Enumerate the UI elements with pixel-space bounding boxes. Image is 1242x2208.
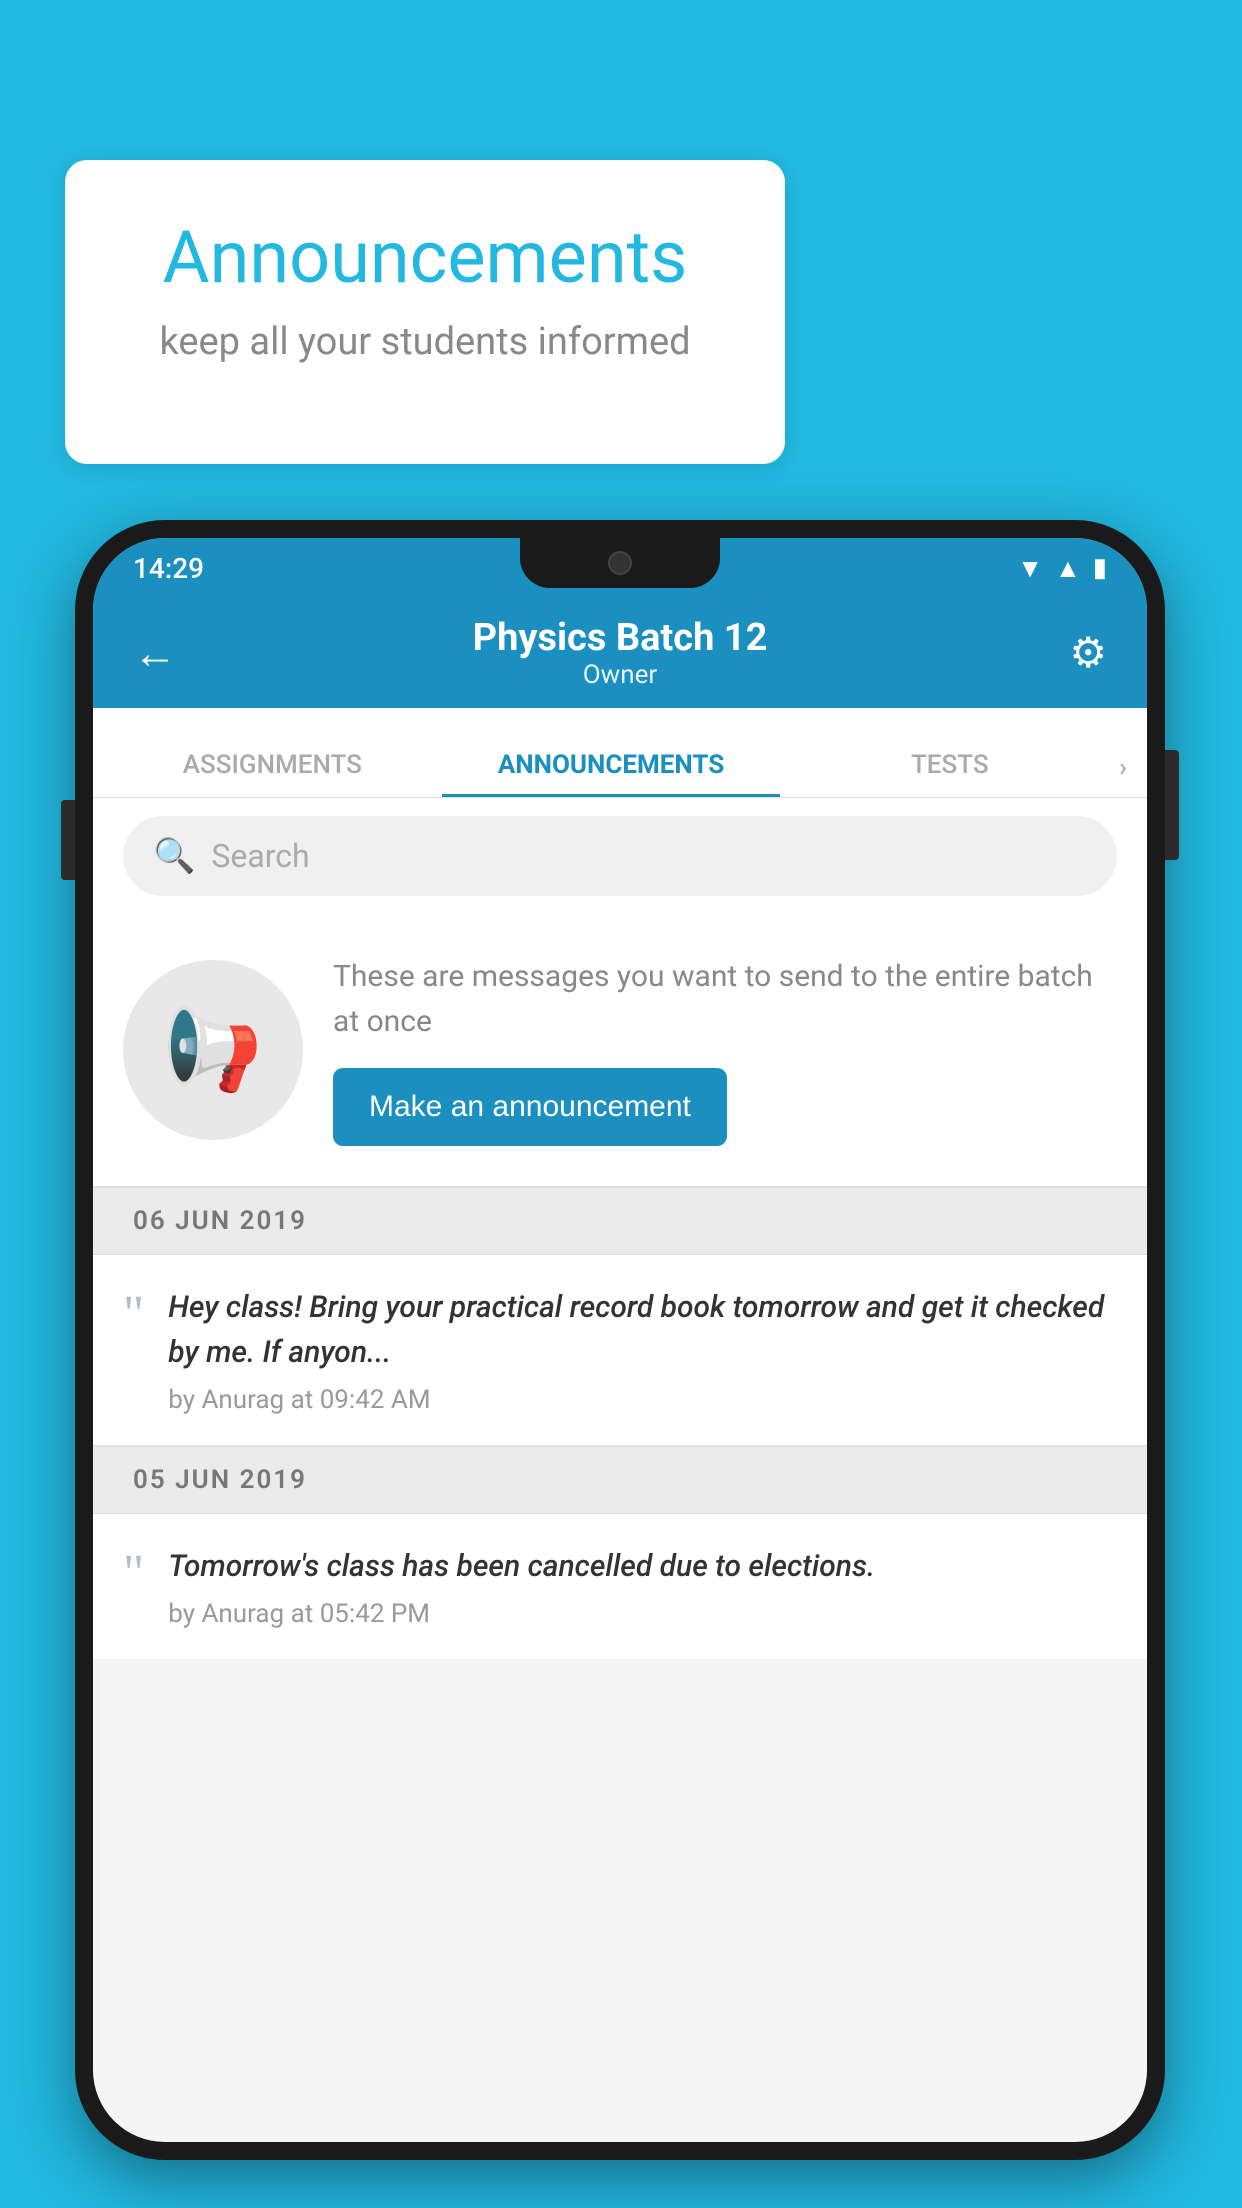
announcement-promo: 📢 These are messages you want to send to… [93,914,1147,1187]
app-bar: ← Physics Batch 12 Owner ⚙ [93,598,1147,708]
wifi-icon: ▼ [1017,553,1043,584]
battery-icon: ▮ [1093,553,1107,583]
speech-bubble-section: Announcements keep all your students inf… [65,160,785,464]
app-bar-title-group: Physics Batch 12 Owner [193,616,1047,690]
announcement-content-1: Hey class! Bring your practical record b… [168,1285,1117,1415]
search-icon: 🔍 [153,836,195,876]
status-time: 14:29 [133,552,204,585]
signal-icon: ▲ [1055,553,1081,584]
notch [520,538,720,588]
speech-bubble: Announcements keep all your students inf… [65,160,785,464]
announcement-text-2: Tomorrow's class has been cancelled due … [168,1544,1117,1589]
announcement-item-1[interactable]: " Hey class! Bring your practical record… [93,1255,1147,1446]
tab-assignments[interactable]: ASSIGNMENTS [103,750,442,797]
announcement-item-2[interactable]: " Tomorrow's class has been cancelled du… [93,1514,1147,1659]
promo-description: These are messages you want to send to t… [333,954,1117,1044]
announcement-text-1: Hey class! Bring your practical record b… [168,1285,1117,1375]
phone-wrapper: 14:29 ▼ ▲ ▮ ← Physics Batch 12 Owner ⚙ A… [75,520,1165,2160]
tab-more[interactable]: › [1119,753,1137,797]
search-placeholder: Search [211,837,309,875]
promo-icon-circle: 📢 [123,960,303,1140]
bubble-subtitle: keep all your students informed [125,320,725,364]
date-separator-1: 06 JUN 2019 [93,1187,1147,1255]
tab-bar: ASSIGNMENTS ANNOUNCEMENTS TESTS › [93,708,1147,798]
phone-screen: 14:29 ▼ ▲ ▮ ← Physics Batch 12 Owner ⚙ A… [93,538,1147,2142]
phone-frame: 14:29 ▼ ▲ ▮ ← Physics Batch 12 Owner ⚙ A… [75,520,1165,2160]
date-separator-2: 05 JUN 2019 [93,1446,1147,1514]
announcement-content-2: Tomorrow's class has been cancelled due … [168,1544,1117,1629]
app-bar-subtitle: Owner [193,660,1047,690]
announcement-meta-1: by Anurag at 09:42 AM [168,1385,1117,1415]
promo-right: These are messages you want to send to t… [333,954,1117,1146]
quote-icon-2: " [123,1548,144,1600]
tab-announcements[interactable]: ANNOUNCEMENTS [442,750,781,797]
megaphone-icon: 📢 [163,1003,263,1097]
settings-button[interactable]: ⚙ [1047,628,1107,678]
search-bar-container: 🔍 Search [93,798,1147,914]
announcement-meta-2: by Anurag at 05:42 PM [168,1599,1117,1629]
make-announcement-button[interactable]: Make an announcement [333,1068,727,1146]
quote-icon-1: " [123,1289,144,1341]
camera-notch [608,551,632,575]
app-bar-title: Physics Batch 12 [193,616,1047,660]
tab-tests[interactable]: TESTS [780,750,1119,797]
status-icons: ▼ ▲ ▮ [1017,553,1107,584]
back-button[interactable]: ← [133,627,193,679]
search-bar[interactable]: 🔍 Search [123,816,1117,896]
bubble-title: Announcements [125,215,725,300]
